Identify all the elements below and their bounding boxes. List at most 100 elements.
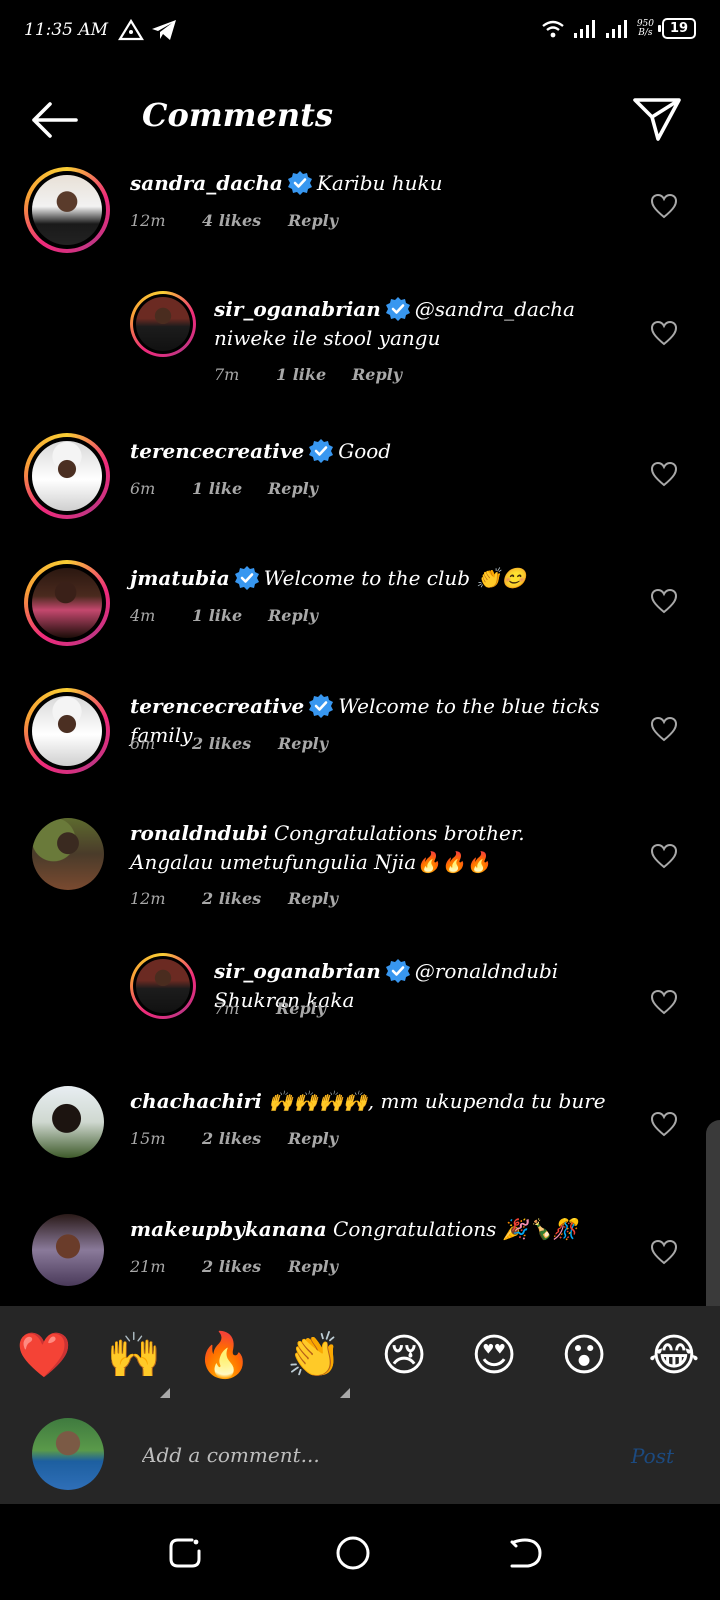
reply-button[interactable]: Reply (288, 1257, 338, 1276)
like-button[interactable] (650, 193, 678, 219)
emoji-laughing-button[interactable]: 😂 (646, 1328, 702, 1384)
avatar[interactable] (24, 560, 110, 646)
verified-badge-icon (309, 439, 334, 463)
like-button[interactable] (650, 843, 678, 869)
comment-likes[interactable]: 1 like (192, 479, 268, 498)
emoji-surprised-button[interactable]: 😮 (556, 1328, 612, 1384)
recents-button[interactable] (166, 1534, 204, 1572)
comment-username[interactable]: sir_oganabrian (214, 959, 381, 983)
comment-username[interactable]: terencecreative (130, 694, 304, 718)
comment-likes[interactable]: 1 like (192, 606, 268, 625)
heart-icon (650, 1111, 678, 1137)
avatar[interactable] (32, 818, 104, 890)
comments-list[interactable]: sandra_dacha Karibu huku 12m 4 likes Repl… (0, 165, 720, 1306)
alert-triangle-icon (118, 18, 144, 41)
back-button[interactable] (30, 98, 80, 142)
comment-item: terencecreative Welcome to the blue ticks… (0, 688, 720, 808)
comment-likes[interactable]: 1 like (276, 365, 352, 384)
comment-username[interactable]: sandra_dacha (130, 171, 283, 195)
comment-likes[interactable]: 2 likes (202, 889, 288, 908)
home-button[interactable] (334, 1534, 372, 1572)
heart-icon (650, 193, 678, 219)
comment-meta: 7m Reply (214, 999, 326, 1018)
comment-item: ronaldndubi Congratulations brother. Ang… (0, 815, 720, 945)
telegram-icon (152, 20, 176, 40)
avatar[interactable] (24, 433, 110, 519)
like-button[interactable] (650, 320, 678, 346)
comment-item: sir_oganabrian @sandra_dacha niweke ile s… (0, 291, 720, 421)
like-button[interactable] (650, 461, 678, 487)
emoji-clapping-button[interactable]: 👏 (286, 1328, 342, 1384)
status-right: 950 B/s 19 (541, 18, 696, 39)
like-button[interactable] (650, 1111, 678, 1137)
avatar[interactable] (24, 167, 110, 253)
comment-item: chachachiri 🙌🙌🙌🙌, mm ukupenda tu bure 15… (0, 1083, 720, 1203)
avatar[interactable] (32, 1086, 104, 1158)
verified-badge-icon (385, 297, 410, 321)
comment-item: sir_oganabrian @ronaldndubi Shukran kaka … (0, 953, 720, 1073)
status-time: 11:35 AM (24, 20, 109, 40)
reply-button[interactable]: Reply (268, 479, 318, 498)
reply-button[interactable]: Reply (288, 1129, 338, 1148)
post-button[interactable]: Post (631, 1444, 674, 1468)
scrollbar-thumb[interactable] (706, 1120, 720, 1320)
like-button[interactable] (650, 989, 678, 1015)
emoji-fire-button[interactable]: 🔥 (196, 1328, 252, 1384)
like-button[interactable] (650, 716, 678, 742)
back-nav-icon (510, 1538, 542, 1568)
comment-username[interactable]: jmatubia (130, 566, 230, 590)
reply-button[interactable]: Reply (288, 211, 338, 230)
comment-meta: 15m 2 likes Reply (130, 1129, 338, 1148)
comment-time: 7m (214, 999, 240, 1018)
avatar[interactable] (32, 1214, 104, 1286)
comment-body: 🙌🙌🙌🙌, mm ukupenda tu bure (268, 1089, 606, 1113)
comment-meta: 12m 4 likes Reply (130, 211, 338, 230)
verified-badge-icon (385, 959, 410, 983)
emoji-raising-hands-button[interactable]: 🙌 (106, 1328, 162, 1384)
like-button[interactable] (650, 588, 678, 614)
comment-meta: 21m 2 likes Reply (130, 1257, 338, 1276)
comment-username[interactable]: terencecreative (130, 439, 304, 463)
comment-item: makeupbykanana Congratulations 🎉🍾🎊 21m 2… (0, 1211, 720, 1306)
current-user-avatar (32, 1418, 104, 1490)
avatar[interactable] (24, 688, 110, 774)
comment-likes[interactable]: 2 likes (202, 1257, 288, 1276)
emoji-crying-button[interactable]: 😢 (376, 1328, 432, 1384)
send-button[interactable] (632, 96, 682, 142)
reply-button[interactable]: Reply (278, 734, 328, 753)
comment-likes[interactable]: 2 likes (202, 1129, 288, 1148)
heart-icon (650, 461, 678, 487)
comment-meta: 4m 1 like Reply (130, 606, 318, 625)
reply-button[interactable]: Reply (268, 606, 318, 625)
comment-username[interactable]: chachachiri (130, 1089, 262, 1113)
comment-body: Welcome to the club 👏😊 (263, 566, 527, 590)
system-navigation-bar (0, 1504, 720, 1600)
back-nav-button[interactable] (506, 1534, 544, 1572)
comment-likes[interactable]: 4 likes (202, 211, 288, 230)
emoji-heart-button[interactable]: ❤️ (16, 1328, 72, 1384)
comment-text-block: ronaldndubi Congratulations brother. Ang… (130, 819, 610, 877)
comment-likes[interactable]: 2 likes (192, 734, 278, 753)
comment-username[interactable]: sir_oganabrian (214, 297, 381, 321)
reply-button[interactable]: Reply (352, 365, 402, 384)
heart-icon (650, 716, 678, 742)
reply-button[interactable]: Reply (288, 889, 338, 908)
header: Comments (0, 80, 720, 160)
comment-input[interactable] (140, 1436, 604, 1474)
paper-plane-icon (633, 98, 681, 141)
comment-username[interactable]: makeupbykanana (130, 1217, 327, 1241)
like-button[interactable] (650, 1239, 678, 1265)
home-circle-icon (336, 1536, 370, 1570)
verified-badge-icon (287, 171, 312, 195)
reply-button[interactable]: Reply (276, 999, 326, 1018)
comment-username[interactable]: ronaldndubi (130, 821, 268, 845)
comment-time: 6m (130, 479, 156, 498)
heart-icon (650, 588, 678, 614)
emoji-heart-eyes-button[interactable]: 😍 (466, 1328, 522, 1384)
comment-item: terencecreative Good 6m 1 like Reply (0, 433, 720, 553)
avatar[interactable] (130, 953, 196, 1019)
comment-text-block: jmatubia Welcome to the club 👏😊 (130, 564, 610, 593)
comment-time: 4m (130, 606, 156, 625)
wifi-icon (542, 20, 564, 37)
avatar[interactable] (130, 291, 196, 357)
